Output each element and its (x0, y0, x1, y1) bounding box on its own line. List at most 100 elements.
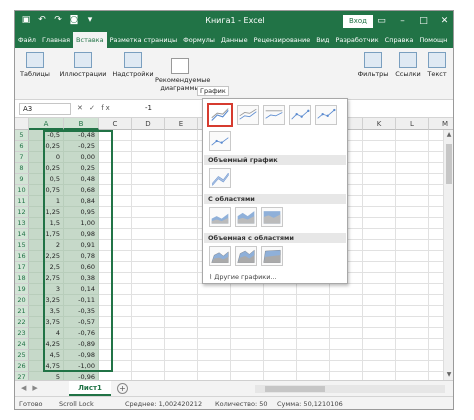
cell-a[interactable]: 0,5 (29, 174, 64, 185)
column-header-l[interactable]: L (396, 118, 429, 130)
stacked-line-option[interactable] (237, 105, 259, 125)
cell-c[interactable] (99, 229, 132, 240)
cell-a[interactable]: 5 (29, 372, 64, 380)
maximize-icon[interactable]: □ (417, 14, 430, 28)
row-header[interactable]: 15 (15, 240, 29, 251)
cell-l[interactable] (396, 130, 429, 141)
cell-b[interactable]: 0,91 (64, 240, 99, 251)
cell-j[interactable] (330, 306, 363, 317)
links-button[interactable]: Ссылки (393, 52, 423, 78)
cell-k[interactable] (363, 240, 396, 251)
cell-l[interactable] (396, 251, 429, 262)
cell-k[interactable] (363, 262, 396, 273)
cell-k[interactable] (363, 350, 396, 361)
tab-view[interactable]: Вид (313, 32, 332, 48)
tab-insert[interactable]: Вставка (73, 32, 107, 48)
cell-c[interactable] (99, 130, 132, 141)
cell-e[interactable] (165, 361, 198, 372)
cell-i[interactable] (297, 306, 330, 317)
column-header-m[interactable]: M (429, 118, 453, 130)
cell-e[interactable] (165, 295, 198, 306)
cell-g[interactable] (231, 372, 264, 380)
cell-e[interactable] (165, 152, 198, 163)
cell-l[interactable] (396, 339, 429, 350)
cell-d[interactable] (132, 372, 165, 380)
row-header[interactable]: 11 (15, 196, 29, 207)
cell-c[interactable] (99, 295, 132, 306)
3d-area-option[interactable] (209, 246, 231, 266)
cell-k[interactable] (363, 130, 396, 141)
formula-input[interactable]: -1 (145, 104, 152, 112)
cell-i[interactable] (297, 361, 330, 372)
cell-a[interactable]: 2 (29, 240, 64, 251)
cell-c[interactable] (99, 284, 132, 295)
cell-l[interactable] (396, 350, 429, 361)
cell-a[interactable]: 1 (29, 196, 64, 207)
row-header[interactable]: 18 (15, 273, 29, 284)
cell-a[interactable]: -0,5 (29, 130, 64, 141)
cell-j[interactable] (330, 328, 363, 339)
row-header[interactable]: 6 (15, 141, 29, 152)
cell-a[interactable]: 0,75 (29, 185, 64, 196)
cell-g[interactable] (231, 306, 264, 317)
cell-c[interactable] (99, 317, 132, 328)
cell-e[interactable] (165, 262, 198, 273)
cell-e[interactable] (165, 229, 198, 240)
cell-c[interactable] (99, 240, 132, 251)
cell-h[interactable] (264, 295, 297, 306)
cell-h[interactable] (264, 317, 297, 328)
cell-j[interactable] (330, 361, 363, 372)
cell-l[interactable] (396, 317, 429, 328)
cell-d[interactable] (132, 240, 165, 251)
cell-d[interactable] (132, 229, 165, 240)
text-button[interactable]: Текст (423, 52, 451, 78)
cell-c[interactable] (99, 207, 132, 218)
line-markers-option[interactable] (289, 105, 311, 125)
cell-e[interactable] (165, 350, 198, 361)
cell-k[interactable] (363, 185, 396, 196)
cell-a[interactable]: 3,75 (29, 317, 64, 328)
cell-b[interactable]: -0,96 (64, 372, 99, 380)
cell-d[interactable] (132, 295, 165, 306)
more-line-charts-link[interactable]: ⌇ Другие графики... (209, 273, 277, 281)
cell-d[interactable] (132, 284, 165, 295)
cell-l[interactable] (396, 284, 429, 295)
row-header[interactable]: 13 (15, 218, 29, 229)
scroll-up-icon[interactable]: ▲ (444, 130, 453, 140)
cell-k[interactable] (363, 218, 396, 229)
cell-b[interactable]: -0,11 (64, 295, 99, 306)
select-all-corner[interactable] (15, 118, 29, 130)
cell-e[interactable] (165, 317, 198, 328)
cell-g[interactable] (231, 361, 264, 372)
cell-k[interactable] (363, 295, 396, 306)
cell-j[interactable] (330, 284, 363, 295)
cell-f[interactable] (198, 328, 231, 339)
horizontal-scrollbar[interactable] (255, 385, 445, 393)
row-header[interactable]: 16 (15, 251, 29, 262)
row-header[interactable]: 9 (15, 174, 29, 185)
column-header-b[interactable]: B (64, 118, 99, 130)
cell-i[interactable] (297, 372, 330, 380)
cell-b[interactable]: -0,48 (64, 130, 99, 141)
cell-e[interactable] (165, 273, 198, 284)
cell-d[interactable] (132, 152, 165, 163)
cell-f[interactable] (198, 361, 231, 372)
cell-e[interactable] (165, 240, 198, 251)
cell-d[interactable] (132, 163, 165, 174)
cell-j[interactable] (330, 339, 363, 350)
horizontal-scroll-thumb[interactable] (265, 386, 325, 392)
row-header[interactable]: 14 (15, 229, 29, 240)
stacked-area-option[interactable] (235, 207, 257, 227)
vertical-scrollbar[interactable]: ▲ ▼ (443, 130, 453, 380)
line-chart-option[interactable] (207, 103, 233, 127)
cell-c[interactable] (99, 218, 132, 229)
tab-page-layout[interactable]: Разметка страницы (107, 32, 181, 48)
cell-c[interactable] (99, 174, 132, 185)
cell-g[interactable] (231, 317, 264, 328)
cell-b[interactable]: 0,78 (64, 251, 99, 262)
tab-file[interactable]: Файл (15, 32, 39, 48)
cell-f[interactable] (198, 284, 231, 295)
tables-button[interactable]: Таблицы (17, 52, 53, 78)
percent-line-option[interactable] (263, 105, 285, 125)
row-header[interactable]: 21 (15, 306, 29, 317)
